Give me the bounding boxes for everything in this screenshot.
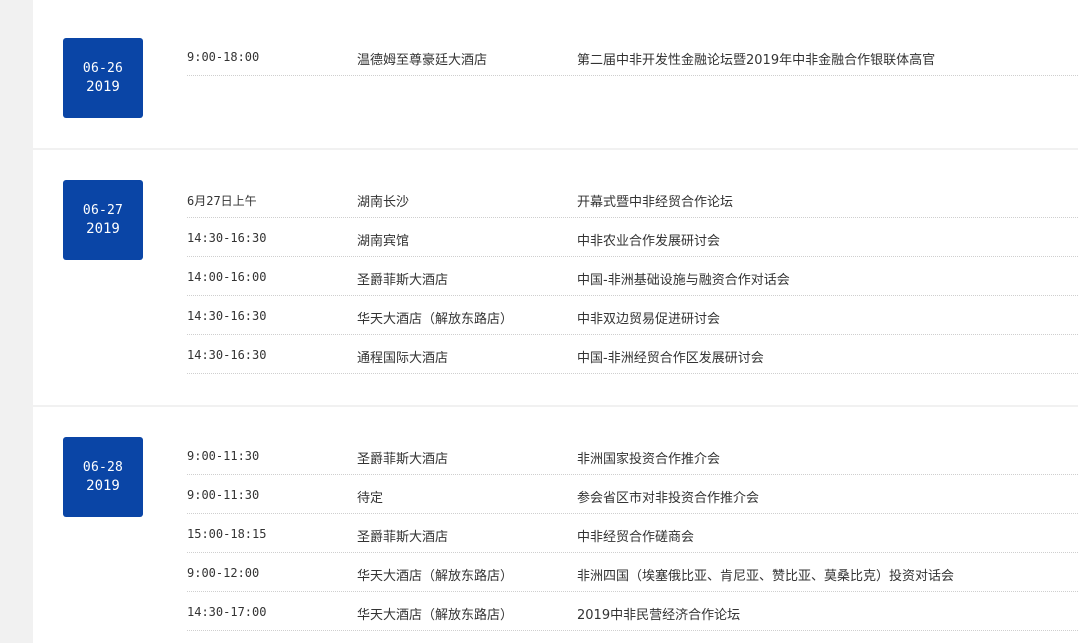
event-time: 14:30-17:00 (187, 605, 267, 619)
event-row[interactable]: 9:00-18:00 温德姆至尊豪廷大酒店 第二届中非开发性金融论坛暨2019年… (187, 37, 1078, 76)
schedule-list: 06-26 2019 9:00-18:00 温德姆至尊豪廷大酒店 第二届中非开发… (33, 0, 1078, 643)
event-title[interactable]: 2019中非民营经济合作论坛 (577, 604, 740, 623)
date-year: 2019 (86, 221, 120, 237)
event-title[interactable]: 中非双边贸易促进研讨会 (577, 308, 720, 327)
date-badge: 06-27 2019 (63, 180, 143, 260)
event-row[interactable]: 9:00-11:30 圣爵菲斯大酒店 非洲国家投资合作推介会 (187, 436, 1078, 475)
event-venue: 华天大酒店（解放东路店） (357, 569, 514, 584)
event-time: 6月27日上午 (187, 194, 257, 208)
event-venue: 华天大酒店（解放东路店） (357, 312, 514, 327)
event-list: 9:00-11:30 圣爵菲斯大酒店 非洲国家投资合作推介会 9:00-11:3… (187, 436, 1078, 631)
event-row[interactable]: 9:00-11:30 待定 参会省区市对非投资合作推介会 (187, 475, 1078, 514)
date-month-day: 06-27 (82, 203, 124, 218)
date-year: 2019 (86, 478, 120, 494)
event-time: 15:00-18:15 (187, 527, 267, 541)
event-row[interactable]: 14:30-16:30 湖南宾馆 中非农业合作发展研讨会 (187, 218, 1078, 257)
event-row[interactable]: 14:30-16:30 通程国际大酒店 中国-非洲经贸合作区发展研讨会 (187, 335, 1078, 374)
event-title[interactable]: 中国-非洲经贸合作区发展研讨会 (577, 347, 764, 366)
event-venue: 湖南长沙 (357, 195, 410, 210)
event-title[interactable]: 中非农业合作发展研讨会 (577, 230, 720, 249)
event-title[interactable]: 开幕式暨中非经贸合作论坛 (577, 191, 733, 210)
event-row[interactable]: 14:00-16:00 圣爵菲斯大酒店 中国-非洲基础设施与融资合作对话会 (187, 257, 1078, 296)
event-list: 9:00-18:00 温德姆至尊豪廷大酒店 第二届中非开发性金融论坛暨2019年… (187, 37, 1078, 76)
event-row[interactable]: 9:00-12:00 华天大酒店（解放东路店） 非洲四国（埃塞俄比亚、肯尼亚、赞… (187, 553, 1078, 592)
event-venue: 湖南宾馆 (357, 234, 410, 249)
event-time: 9:00-18:00 (187, 50, 260, 64)
event-time: 9:00-12:00 (187, 566, 260, 580)
event-time: 14:30-16:30 (187, 348, 267, 362)
event-venue: 圣爵菲斯大酒店 (357, 273, 449, 288)
event-time: 9:00-11:30 (187, 488, 260, 502)
day-card-0628: 06-28 2019 9:00-11:30 圣爵菲斯大酒店 非洲国家投资合作推介… (33, 407, 1078, 643)
event-row[interactable]: 14:30-17:00 华天大酒店（解放东路店） 2019中非民营经济合作论坛 (187, 592, 1078, 631)
event-time: 14:30-16:30 (187, 309, 267, 323)
event-venue: 圣爵菲斯大酒店 (357, 452, 449, 467)
date-month-day: 06-26 (82, 61, 124, 76)
event-title[interactable]: 非洲四国（埃塞俄比亚、肯尼亚、赞比亚、莫桑比克）投资对话会 (577, 565, 954, 584)
date-month-day: 06-28 (82, 460, 124, 475)
event-list: 6月27日上午 湖南长沙 开幕式暨中非经贸合作论坛 14:30-16:30 湖南… (187, 179, 1078, 374)
event-title[interactable]: 参会省区市对非投资合作推介会 (577, 487, 759, 506)
event-venue: 待定 (357, 491, 384, 506)
event-title[interactable]: 中国-非洲基础设施与融资合作对话会 (577, 269, 790, 288)
event-row[interactable]: 6月27日上午 湖南长沙 开幕式暨中非经贸合作论坛 (187, 179, 1078, 218)
event-time: 14:30-16:30 (187, 231, 267, 245)
date-year: 2019 (86, 79, 120, 95)
event-title[interactable]: 中非经贸合作磋商会 (577, 526, 694, 545)
event-time: 9:00-11:30 (187, 449, 260, 463)
event-row[interactable]: 15:00-18:15 圣爵菲斯大酒店 中非经贸合作磋商会 (187, 514, 1078, 553)
event-time: 14:00-16:00 (187, 270, 267, 284)
day-card-0627: 06-27 2019 6月27日上午 湖南长沙 开幕式暨中非经贸合作论坛 14:… (33, 150, 1078, 405)
date-badge: 06-26 2019 (63, 38, 143, 118)
event-venue: 圣爵菲斯大酒店 (357, 530, 449, 545)
event-venue: 通程国际大酒店 (357, 351, 449, 366)
event-row[interactable]: 14:30-16:30 华天大酒店（解放东路店） 中非双边贸易促进研讨会 (187, 296, 1078, 335)
event-title[interactable]: 第二届中非开发性金融论坛暨2019年中非金融合作银联体高官 (577, 49, 935, 68)
day-card-0626: 06-26 2019 9:00-18:00 温德姆至尊豪廷大酒店 第二届中非开发… (33, 0, 1078, 148)
event-venue: 温德姆至尊豪廷大酒店 (357, 53, 488, 68)
date-badge: 06-28 2019 (63, 437, 143, 517)
event-venue: 华天大酒店（解放东路店） (357, 608, 514, 623)
event-title[interactable]: 非洲国家投资合作推介会 (577, 448, 720, 467)
